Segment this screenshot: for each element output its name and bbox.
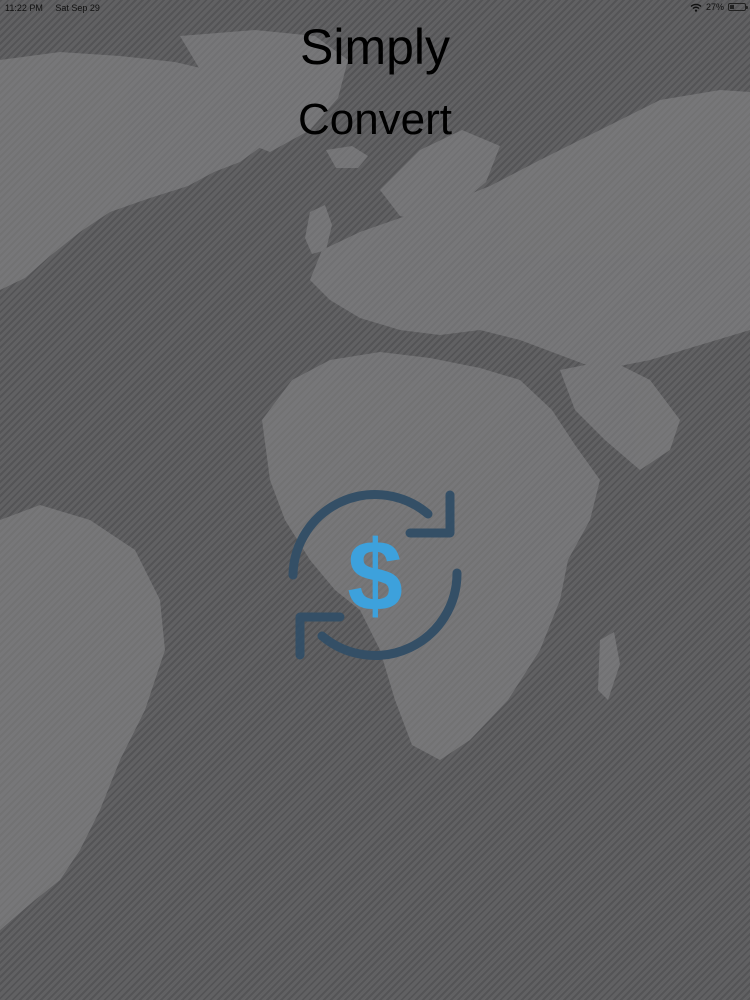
wifi-icon — [690, 3, 702, 12]
status-bar: 11:22 PM Sat Sep 29 27% — [0, 0, 750, 16]
status-time: 11:22 PM — [5, 3, 43, 13]
battery-level — [730, 5, 734, 9]
south-america-shape — [0, 505, 165, 930]
status-date: Sat Sep 29 — [55, 3, 100, 13]
iceland-shape — [326, 146, 368, 168]
battery-icon — [728, 3, 748, 11]
madagascar-shape — [598, 632, 620, 700]
dollar-symbol: $ — [347, 520, 403, 632]
battery-percent: 27% — [705, 2, 724, 12]
app-title-line1: Simply — [299, 19, 451, 75]
app-title-line2: Convert — [297, 95, 453, 144]
british-isles-shape — [305, 205, 332, 254]
currency-exchange-icon: $ — [288, 490, 462, 660]
